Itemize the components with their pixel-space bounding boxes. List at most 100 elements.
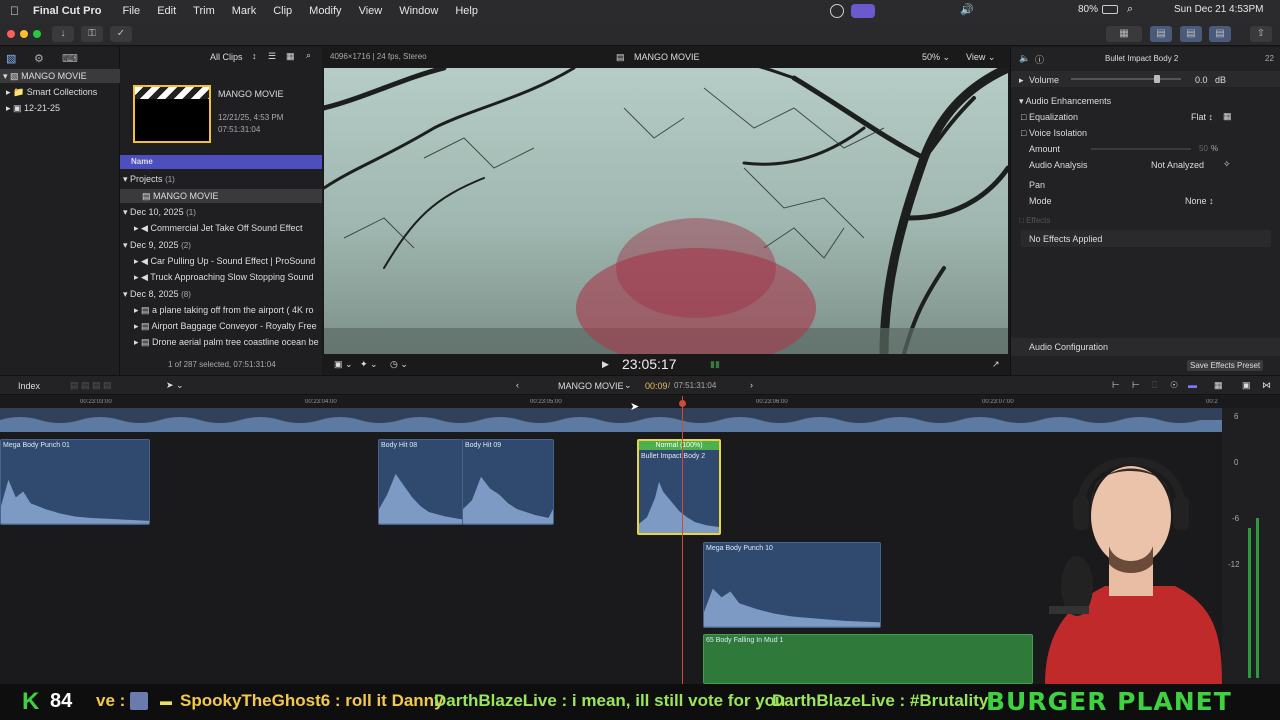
headphones-icon[interactable]: ☉ bbox=[1170, 380, 1178, 391]
timeline-clip[interactable]: Mega Body Punch 10 bbox=[703, 542, 881, 628]
group-header[interactable]: ▾ Dec 10, 2025 (1) bbox=[123, 207, 196, 218]
timeline-layout-icon[interactable]: ▤ bbox=[1180, 26, 1202, 42]
list-item[interactable]: ▸ ▤ a plane taking off from the airport … bbox=[134, 305, 322, 316]
fullscreen-icon[interactable]: ↗ bbox=[992, 359, 1000, 370]
menu-view[interactable]: View bbox=[359, 5, 383, 17]
library-item-smart-collections[interactable]: ▸ 📁 Smart Collections bbox=[6, 85, 97, 99]
disclosure-open-icon[interactable]: ▾ bbox=[3, 71, 8, 81]
pan-header[interactable]: Pan bbox=[1029, 180, 1045, 190]
clock[interactable]: Sun Dec 21 4:53PM bbox=[1174, 4, 1264, 15]
volume-value[interactable]: 0.0 bbox=[1195, 75, 1208, 85]
equalization-row[interactable]: □ Equalization bbox=[1021, 112, 1078, 122]
transform-icon[interactable]: ▣ ⌄ bbox=[334, 359, 353, 370]
volume-icon[interactable]: 🔊 bbox=[960, 3, 974, 16]
volume-disclosure-icon[interactable]: ▸ bbox=[1019, 75, 1024, 86]
audio-skimming-icon[interactable]: ⊢ bbox=[1112, 380, 1120, 391]
audio-inspector-icon[interactable]: 🔈 bbox=[1019, 53, 1030, 64]
view-dropdown[interactable]: View ⌄ bbox=[966, 52, 995, 63]
library-item-event[interactable]: ▸ ▣ 12-21-25 bbox=[6, 101, 60, 115]
menu-window[interactable]: Window bbox=[399, 5, 438, 17]
battery-icon[interactable] bbox=[1102, 5, 1118, 14]
group-header[interactable]: ▾ Dec 9, 2025 (2) bbox=[123, 240, 191, 251]
effects-checkbox[interactable]: □ Effects bbox=[1019, 216, 1050, 225]
history-back-icon[interactable]: ‹ bbox=[516, 380, 519, 390]
amount-slider[interactable] bbox=[1091, 148, 1191, 150]
magic-wand-icon[interactable]: ✧ bbox=[1223, 159, 1231, 170]
snapping-icon[interactable]: ⎕ bbox=[1152, 380, 1157, 391]
selected-timeline-clip[interactable]: Normal (100%) Bullet Impact Body 2 bbox=[637, 439, 721, 535]
app-menu[interactable]: Final Cut Pro bbox=[33, 5, 101, 17]
menu-edit[interactable]: Edit bbox=[157, 5, 176, 17]
menu-help[interactable]: Help bbox=[455, 5, 478, 17]
play-icon[interactable]: ▶ bbox=[602, 359, 609, 370]
solo-icon[interactable]: ⊢ bbox=[1132, 380, 1140, 391]
eq-graph-icon[interactable]: ▦ bbox=[1223, 111, 1232, 122]
share-icon[interactable]: ⇧ bbox=[1250, 26, 1272, 42]
chevron-updown-icon[interactable]: ↕ bbox=[252, 51, 257, 61]
index-button[interactable]: Index bbox=[18, 381, 40, 391]
timeline-project-name[interactable]: MANGO MOVIE bbox=[558, 381, 624, 391]
background-tasks-icon[interactable]: ✓ bbox=[110, 26, 132, 42]
effects-browser-icon[interactable]: ▦ bbox=[1214, 380, 1223, 391]
menu-clip[interactable]: Clip bbox=[273, 5, 292, 17]
photos-tab-icon[interactable]: ⚙ bbox=[34, 52, 44, 65]
clip-appearance-icon[interactable]: ▬ bbox=[1188, 380, 1197, 390]
name-column-header[interactable]: Name bbox=[120, 155, 322, 169]
libraries-tab-icon[interactable]: ▧ bbox=[6, 52, 16, 65]
voice-isolation-checkbox[interactable]: □ Voice Isolation bbox=[1021, 128, 1087, 138]
list-item-project[interactable]: ▤ MANGO MOVIE bbox=[120, 189, 322, 203]
volume-slider-knob[interactable] bbox=[1153, 75, 1160, 83]
timeline-clip[interactable]: Body Hit 08 bbox=[378, 439, 463, 525]
info-icon[interactable]: ⓘ bbox=[1035, 53, 1044, 66]
filmstrip-settings-icon[interactable]: ▦ bbox=[286, 51, 295, 62]
equalization-dropdown[interactable]: Flat ↕ bbox=[1191, 112, 1213, 122]
select-tool-icon[interactable]: ➤ ⌄ bbox=[166, 380, 184, 391]
screen-share-icon[interactable] bbox=[851, 4, 875, 18]
minimize-window-icon[interactable] bbox=[20, 30, 28, 38]
history-forward-icon[interactable]: › bbox=[750, 380, 753, 390]
apple-icon[interactable]:  bbox=[10, 4, 19, 18]
audio-enhancements-header[interactable]: ▾ Audio Enhancements bbox=[1019, 96, 1111, 107]
inspector-layout-icon[interactable]: ▤ bbox=[1209, 26, 1231, 42]
mode-dropdown[interactable]: None ↕ bbox=[1185, 196, 1214, 206]
keyword-icon[interactable]: ⚿ bbox=[81, 26, 103, 42]
search-icon[interactable]: ⌕ bbox=[306, 50, 311, 61]
transitions-icon[interactable]: ▣ bbox=[1242, 380, 1251, 391]
close-window-icon[interactable] bbox=[7, 30, 15, 38]
amount-value[interactable]: 50 bbox=[1199, 144, 1208, 153]
timeline-ruler[interactable]: 00:23:03:00 00:23:04:00 00:23:05:00 00:2… bbox=[0, 396, 1222, 408]
zoom-window-icon[interactable] bbox=[33, 30, 41, 38]
library-toggle-icon[interactable]: ▦ bbox=[1106, 26, 1142, 42]
list-item[interactable]: ▸ ▤ Drone aerial palm tree coastline oce… bbox=[134, 337, 322, 348]
timeline-clip[interactable]: Mega Body Punch 01 bbox=[0, 439, 150, 525]
list-view-icon[interactable]: ☰ bbox=[268, 51, 276, 62]
import-icon[interactable]: ↓ bbox=[52, 26, 74, 42]
menu-trim[interactable]: Trim bbox=[193, 5, 215, 17]
list-item[interactable]: ▸ ◀ Commercial Jet Take Off Sound Effect bbox=[134, 223, 322, 234]
save-effects-preset-button[interactable]: Save Effects Preset bbox=[1187, 360, 1264, 371]
group-header[interactable]: ▾ Dec 8, 2025 (8) bbox=[123, 289, 191, 300]
list-item[interactable]: ▸ ▤ Airport Baggage Conveyor - Royalty F… bbox=[134, 321, 322, 332]
project-thumbnail[interactable] bbox=[133, 85, 211, 143]
audio-configuration-row[interactable]: Audio Configuration bbox=[1011, 338, 1280, 356]
menu-file[interactable]: File bbox=[122, 5, 140, 17]
clip-connect-icons[interactable]: ▤ ▤ ▤ ▤ bbox=[70, 380, 112, 391]
search-icon[interactable]: ⌕ bbox=[1127, 3, 1133, 16]
list-item[interactable]: ▸ ◀ Truck Approaching Slow Stopping Soun… bbox=[134, 272, 322, 283]
retime-badge[interactable]: Normal (100%) bbox=[639, 441, 719, 450]
volume-slider[interactable] bbox=[1071, 75, 1181, 83]
zoom-dropdown[interactable]: 50% ⌄ bbox=[922, 52, 950, 63]
timeline[interactable]: 00:23:03:00 00:23:04:00 00:23:05:00 00:2… bbox=[0, 396, 1280, 684]
primary-storyline-audio[interactable] bbox=[0, 408, 1222, 432]
timeline-clip[interactable]: Body Hit 09 bbox=[462, 439, 554, 525]
browser-layout-icon[interactable]: ▤ bbox=[1150, 26, 1172, 42]
menu-mark[interactable]: Mark bbox=[232, 5, 256, 17]
menu-modify[interactable]: Modify bbox=[309, 5, 341, 17]
group-header[interactable]: ▾ Projects (1) bbox=[123, 174, 175, 185]
timeline-clip[interactable]: 65 Body Falling In Mud 1 bbox=[703, 634, 1033, 684]
playhead-handle[interactable] bbox=[679, 400, 686, 407]
chevron-down-icon[interactable]: ⌄ bbox=[624, 380, 632, 391]
playhead[interactable] bbox=[682, 396, 683, 684]
status-icon[interactable] bbox=[830, 4, 844, 18]
clip-filter-dropdown[interactable]: All Clips bbox=[210, 52, 243, 62]
